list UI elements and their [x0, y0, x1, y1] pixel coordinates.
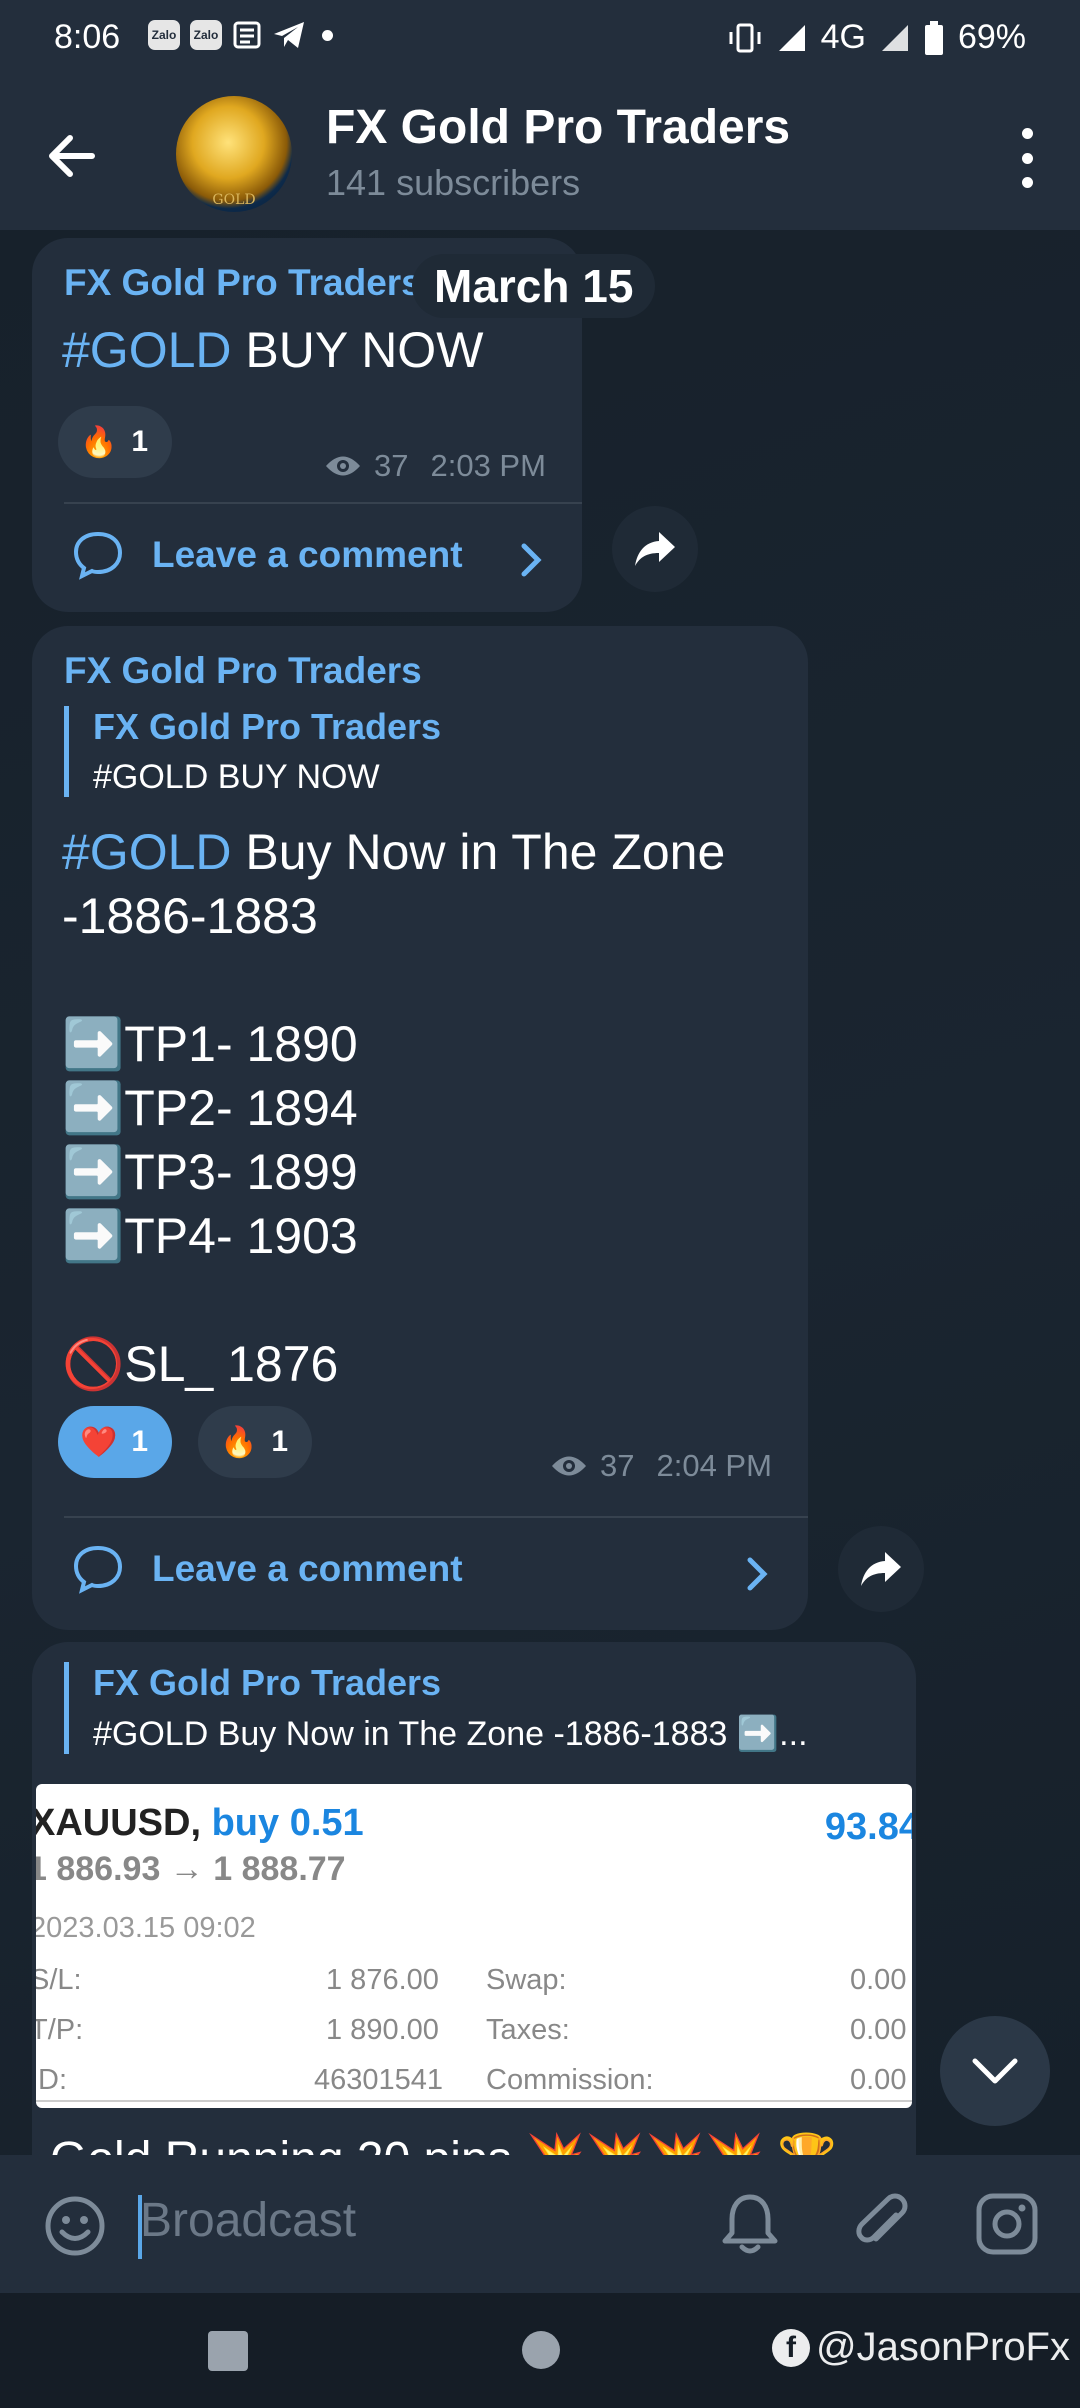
leave-comment-button[interactable]: Leave a comment [72, 530, 463, 580]
news-icon [233, 21, 261, 49]
message-text-partial: Gold Running 20 pips 💥💥💥💥 🏆 [50, 2130, 837, 2155]
signal-icon [778, 24, 805, 51]
date-chip: March 15 [412, 254, 656, 318]
avatar-label: GOLD [212, 192, 256, 208]
message-meta: 37 2:04 PM [550, 1448, 772, 1484]
recents-button[interactable] [208, 2331, 248, 2371]
battery-icon [924, 20, 943, 55]
zalo-icon: Zalo [190, 20, 222, 50]
notification-icons: Zalo Zalo [148, 20, 333, 50]
reaction-count: 1 [131, 425, 149, 458]
heart-emoji: ❤️ [80, 1425, 118, 1459]
trade-side: buy 0.51 [211, 1802, 364, 1844]
chevron-right-icon [521, 543, 542, 577]
reply-quote[interactable]: FX Gold Pro Traders #GOLD Buy Now in The… [64, 1662, 808, 1754]
trade-symbol: XAUUSD, buy 0.51 [36, 1802, 364, 1844]
divider [64, 502, 582, 504]
chevron-down-icon [972, 2058, 1018, 2084]
facebook-icon: f [771, 2328, 810, 2367]
trade-date: 2023.03.15 09:02 [36, 1912, 256, 1944]
trade-price: 1 886.93 → 1 888.77 [36, 1850, 346, 1888]
reply-text: #GOLD BUY NOW [93, 758, 380, 796]
attach-icon[interactable] [852, 2191, 912, 2257]
message-time: 2:04 PM [656, 1448, 772, 1483]
battery-percent: 69% [957, 18, 1026, 56]
hashtag[interactable]: #GOLD [62, 824, 232, 880]
message-list[interactable]: FX Gold Pro Traders #GOLD BUY NOW 🔥 1 37… [0, 230, 1080, 2155]
watermark: f @JasonProFx [771, 2325, 1070, 2370]
message-author[interactable]: FX Gold Pro Traders [64, 650, 422, 692]
vibrate-icon [729, 23, 761, 52]
broadcast-input[interactable]: Broadcast [140, 2193, 356, 2248]
telegram-icon [274, 22, 304, 48]
more-notifications-dot [322, 29, 333, 41]
view-count: 37 [374, 448, 409, 483]
message-bubble[interactable]: FX Gold Pro Traders FX Gold Pro Traders … [32, 626, 808, 1630]
eye-icon [326, 456, 360, 476]
message-time: 2:03 PM [430, 448, 546, 483]
reply-author: FX Gold Pro Traders [93, 706, 442, 747]
divider [36, 2100, 912, 2102]
back-arrow-icon[interactable] [42, 126, 102, 186]
comment-icon [73, 531, 123, 580]
message-author[interactable]: FX Gold Pro Traders [64, 262, 422, 304]
fire-emoji: 🔥 [220, 1425, 258, 1459]
channel-header: GOLD FX Gold Pro Traders 141 subscribers [0, 78, 1080, 230]
eye-icon [552, 1456, 586, 1476]
message-body: -1886-1883 ➡️TP1- 1890 ➡️TP2- 1894 ➡️TP3… [62, 888, 358, 1392]
message-text: #GOLD Buy Now in The Zone -1886-1883 ➡️T… [62, 824, 726, 1392]
view-count: 37 [600, 1448, 635, 1483]
share-arrow-icon [861, 1552, 901, 1586]
hashtag[interactable]: #GOLD [62, 322, 232, 378]
status-right: 4G 69% [727, 18, 1026, 57]
divider [64, 1516, 808, 1518]
watermark-handle: @JasonProFx [815, 2325, 1070, 2369]
subscriber-count: 141 subscribers [326, 162, 581, 203]
message-meta: 37 2:03 PM [324, 448, 546, 484]
reaction-count: 1 [271, 1425, 289, 1458]
comment-icon [73, 1545, 123, 1594]
status-bar: 8:06 Zalo Zalo 4G 69% [0, 0, 1080, 78]
leave-comment-button[interactable]: Leave a comment [72, 1544, 463, 1594]
more-options-icon[interactable] [1002, 128, 1052, 188]
status-time: 8:06 [54, 18, 121, 56]
chevron-right-icon [747, 1557, 768, 1591]
signal-icon-2 [881, 24, 908, 51]
share-button[interactable] [838, 1526, 924, 1612]
reaction-fire[interactable]: 🔥 1 [198, 1406, 313, 1478]
reaction-heart[interactable]: ❤️ 1 [58, 1406, 173, 1478]
home-button[interactable] [522, 2331, 560, 2369]
comment-label: Leave a comment [152, 534, 463, 575]
channel-title[interactable]: FX Gold Pro Traders [326, 100, 790, 155]
reply-author: FX Gold Pro Traders [93, 1662, 442, 1703]
scroll-down-button[interactable] [940, 2016, 1050, 2126]
bell-icon[interactable] [720, 2191, 780, 2257]
camera-icon[interactable] [974, 2191, 1040, 2257]
trade-screenshot[interactable]: XAUUSD, buy 0.51 93.84 1 886.93 → 1 888.… [36, 1784, 912, 2108]
share-button[interactable] [612, 506, 698, 592]
trade-profit: 93.84 [824, 1806, 912, 1848]
emoji-icon[interactable] [44, 2195, 106, 2257]
network-type: 4G [820, 18, 866, 56]
reply-quote[interactable]: FX Gold Pro Traders #GOLD BUY NOW [64, 706, 441, 797]
reply-text: #GOLD Buy Now in The Zone -1886-1883 ➡️.… [93, 1715, 808, 1753]
zalo-icon: Zalo [148, 20, 180, 50]
fire-emoji: 🔥 [80, 425, 118, 459]
reaction-count: 1 [131, 1425, 149, 1458]
message-text: #GOLD BUY NOW [62, 322, 484, 378]
channel-avatar[interactable]: GOLD [176, 96, 292, 212]
share-arrow-icon [635, 532, 675, 566]
comment-label: Leave a comment [152, 1548, 463, 1589]
broadcast-bar: Broadcast [0, 2155, 1080, 2293]
reaction-fire[interactable]: 🔥 1 [58, 406, 173, 478]
system-nav-bar: f @JasonProFx [0, 2293, 1080, 2408]
